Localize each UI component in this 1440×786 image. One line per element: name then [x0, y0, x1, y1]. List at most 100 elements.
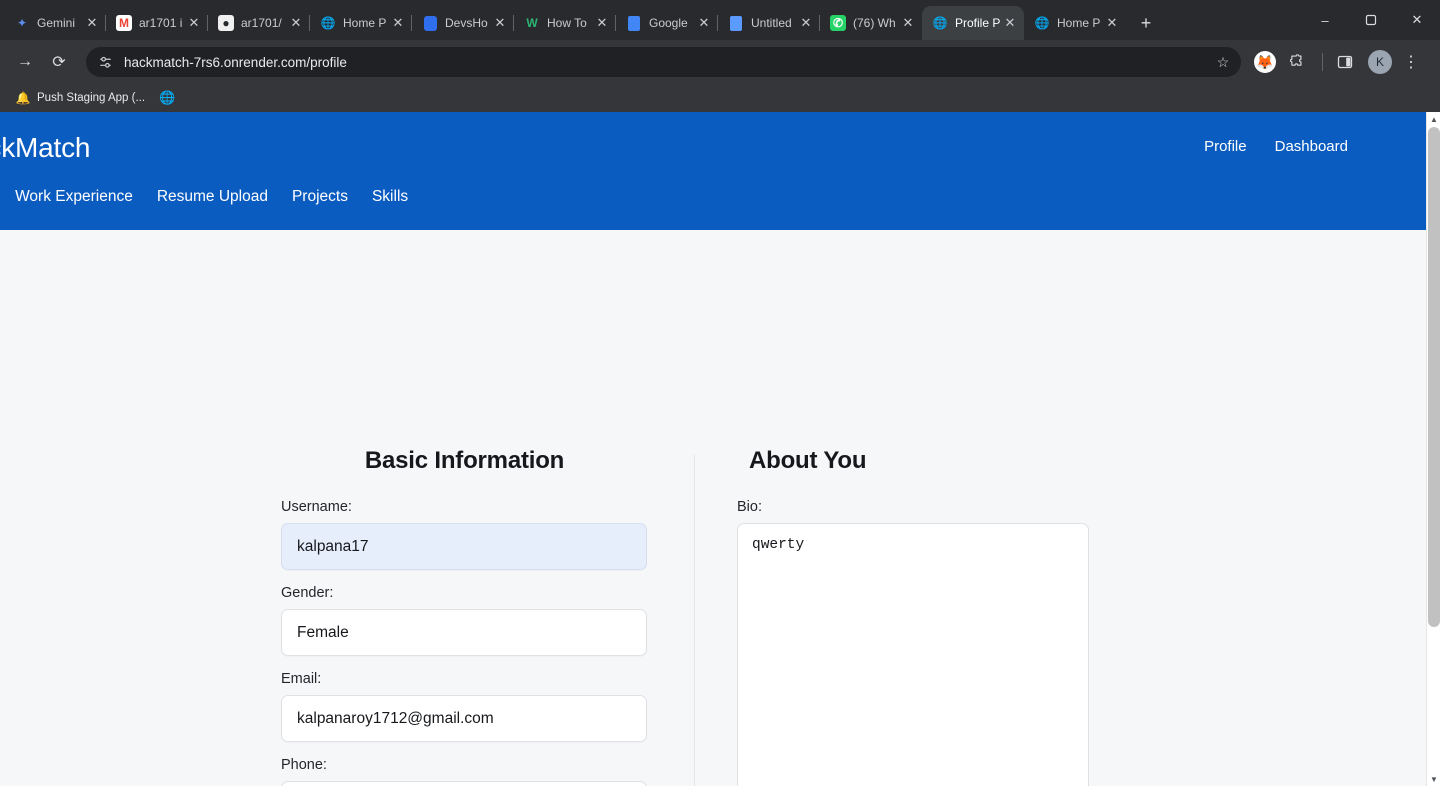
bookmarks-bar: 🔔 Push Staging App (... 🌐 — [0, 84, 1440, 112]
scroll-down-arrow-icon[interactable]: ▼ — [1427, 772, 1440, 786]
username-field-group: Username: — [281, 499, 648, 570]
browser-tab[interactable]: Google ✕ — [615, 6, 718, 40]
globe-icon: 🌐 — [932, 16, 948, 30]
bell-icon: 🔔 — [15, 91, 31, 105]
tab-close-icon[interactable]: ✕ — [696, 15, 712, 31]
maximize-button[interactable] — [1348, 2, 1394, 38]
about-you-section: About You Bio: qwerty Submit — [695, 447, 1091, 786]
bookmark-item[interactable]: 🔔 Push Staging App (... — [8, 87, 152, 109]
page-scrollbar-vertical[interactable]: ▲ ▼ — [1426, 112, 1440, 786]
tab-close-icon[interactable]: ✕ — [1104, 15, 1120, 31]
profile-avatar[interactable]: K — [1368, 50, 1392, 74]
browser-tab-active[interactable]: 🌐 Profile P ✕ — [922, 6, 1024, 40]
browser-tab[interactable]: 🌐 Home P ✕ — [309, 6, 412, 40]
toolbar-divider — [1322, 53, 1323, 71]
profile-form: Basic Information Username: Gender: Emai… — [281, 447, 1091, 786]
email-label: Email: — [281, 671, 322, 687]
gender-input[interactable] — [281, 609, 647, 656]
browser-tab[interactable]: M ar1701 i ✕ — [105, 6, 208, 40]
username-input[interactable] — [281, 523, 647, 570]
browser-tab[interactable]: DevsHo ✕ — [411, 6, 514, 40]
header-link-dashboard[interactable]: Dashboard — [1275, 138, 1348, 155]
reload-button[interactable]: ⟳ — [44, 47, 74, 77]
site-brand[interactable]: HackMatch — [0, 132, 90, 164]
nav-item-resume-upload[interactable]: Resume Upload — [157, 188, 268, 206]
browser-tab[interactable]: 🌐 Home P ✕ — [1024, 6, 1126, 40]
url-text[interactable]: hackmatch-7rs6.onrender.com/profile — [124, 55, 1211, 70]
maximize-icon — [1365, 14, 1377, 26]
basic-information-heading: Basic Information — [364, 447, 565, 474]
new-tab-button[interactable]: + — [1132, 9, 1160, 37]
globe-icon: 🌐 — [1034, 16, 1050, 30]
gmail-icon: M — [116, 15, 132, 31]
tab-close-icon[interactable]: ✕ — [1002, 15, 1018, 31]
docs-icon — [626, 15, 642, 31]
page-content: Basic Information Username: Gender: Emai… — [0, 230, 1426, 786]
phone-label: Phone: — [281, 757, 327, 773]
tab-close-icon[interactable]: ✕ — [594, 15, 610, 31]
bio-label: Bio: — [737, 499, 762, 515]
bio-textarea[interactable]: qwerty — [737, 523, 1089, 786]
browser-menu-icon[interactable]: ⋮ — [1396, 47, 1426, 77]
forward-button[interactable]: → — [10, 47, 40, 77]
nav-item-projects[interactable]: Projects — [292, 188, 348, 206]
close-button[interactable]: ✕ — [1394, 2, 1440, 38]
header-links: Profile Dashboard — [1204, 138, 1348, 155]
fox-extension-icon[interactable]: 🦊 — [1254, 51, 1276, 73]
tab-strip: ✦ Gemini ✕ M ar1701 i ✕ ● ar1701/ ✕ 🌐 Ho… — [0, 0, 1440, 40]
tab-title: Home P — [1057, 16, 1101, 30]
minimize-button[interactable]: – — [1302, 2, 1348, 38]
username-label: Username: — [281, 499, 352, 515]
globe-icon: 🌐 — [320, 16, 336, 30]
globe-icon: 🌐 — [158, 90, 176, 105]
tab-close-icon[interactable]: ✕ — [390, 15, 406, 31]
browser-tab[interactable]: ✦ Gemini ✕ — [4, 6, 106, 40]
bookmark-star-icon[interactable]: ☆ — [1211, 54, 1235, 71]
browser-tab[interactable]: Untitled ✕ — [717, 6, 820, 40]
tab-title: Profile P — [955, 16, 1001, 30]
header-link-profile[interactable]: Profile — [1204, 138, 1247, 155]
gender-field-group: Gender: — [281, 585, 648, 656]
tab-close-icon[interactable]: ✕ — [84, 15, 100, 31]
nav-item-work-experience[interactable]: Work Experience — [15, 188, 133, 206]
browser-tab[interactable]: ✆ (76) Wh ✕ — [819, 6, 922, 40]
site-header: HackMatch Profile Dashboard Home Work Ex… — [0, 112, 1426, 230]
tune-icon[interactable] — [96, 53, 114, 71]
address-bar[interactable]: hackmatch-7rs6.onrender.com/profile ☆ — [86, 47, 1241, 77]
github-icon: ● — [218, 15, 234, 31]
tab-title: Google — [649, 16, 688, 30]
notion-icon — [422, 15, 438, 31]
tab-close-icon[interactable]: ✕ — [798, 15, 814, 31]
phone-field-group: Phone: — [281, 757, 648, 786]
web-page: HackMatch Profile Dashboard Home Work Ex… — [0, 112, 1426, 786]
browser-tab[interactable]: ● ar1701/ ✕ — [207, 6, 310, 40]
tab-title: ar1701 i — [139, 16, 183, 30]
browser-window: ✦ Gemini ✕ M ar1701 i ✕ ● ar1701/ ✕ 🌐 Ho… — [0, 0, 1440, 786]
tab-close-icon[interactable]: ✕ — [492, 15, 508, 31]
tab-close-icon[interactable]: ✕ — [288, 15, 304, 31]
email-input[interactable] — [281, 695, 647, 742]
phone-input[interactable] — [281, 781, 647, 786]
gemini-icon: ✦ — [16, 16, 28, 30]
tab-title: DevsHo — [445, 16, 488, 30]
browser-tab[interactable]: W How To ✕ — [513, 6, 616, 40]
side-panel-icon[interactable] — [1330, 47, 1360, 77]
tab-close-icon[interactable]: ✕ — [900, 15, 916, 31]
browser-toolbar: → ⟳ hackmatch-7rs6.onrender.com/profile … — [0, 40, 1440, 84]
bookmark-label: Push Staging App (... — [37, 92, 146, 104]
toolbar-actions: 🦊 K ⋮ — [1249, 47, 1430, 77]
tab-title: Untitled — [751, 16, 792, 30]
email-field-group: Email: — [281, 671, 648, 742]
puzzle-icon[interactable] — [1281, 47, 1311, 77]
scrollbar-thumb[interactable] — [1428, 127, 1440, 627]
bookmark-item[interactable]: 🌐 — [152, 87, 188, 109]
tab-close-icon[interactable]: ✕ — [186, 15, 202, 31]
tab-title: Home P — [343, 16, 387, 30]
scroll-up-arrow-icon[interactable]: ▲ — [1427, 112, 1440, 126]
tab-title: How To — [547, 16, 587, 30]
whatsapp-icon: ✆ — [830, 15, 846, 31]
w-icon: W — [526, 16, 538, 30]
main-nav: Home Work Experience Resume Upload Proje… — [0, 188, 408, 206]
nav-item-skills[interactable]: Skills — [372, 188, 408, 206]
tab-title: ar1701/ — [241, 16, 282, 30]
